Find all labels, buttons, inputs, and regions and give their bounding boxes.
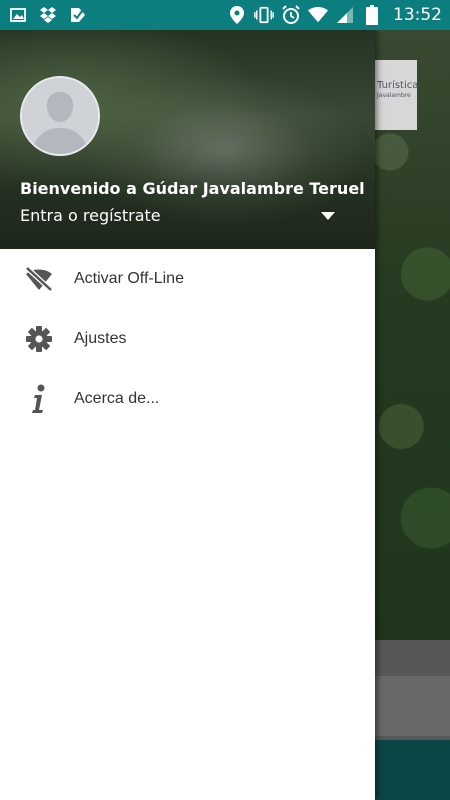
- location-pin-icon: [227, 5, 247, 25]
- battery-icon: [362, 5, 382, 25]
- signal-icon: [335, 5, 355, 25]
- menu-item-offline[interactable]: Activar Off-Line: [0, 249, 375, 309]
- navigation-drawer: Bienvenido a Gúdar Javalambre Teruel Ent…: [0, 30, 375, 800]
- chevron-down-icon[interactable]: [321, 209, 335, 223]
- drawer-menu: Activar Off-Line Ajustes Acerca de...: [0, 249, 375, 429]
- clock: 13:52: [393, 5, 442, 25]
- wifi-off-icon: [24, 264, 54, 294]
- dropbox-icon: [38, 5, 58, 25]
- menu-item-label: Acerca de...: [74, 390, 160, 407]
- menu-item-label: Ajustes: [74, 330, 127, 347]
- menu-item-label: Activar Off-Line: [74, 270, 184, 287]
- account-selector[interactable]: Entra o regístrate: [20, 206, 335, 225]
- default-avatar-icon[interactable]: [20, 76, 100, 156]
- wifi-icon: [308, 5, 328, 25]
- menu-item-settings[interactable]: Ajustes: [0, 309, 375, 369]
- background-card: [375, 676, 450, 736]
- background-logo-subtext: Javalambre: [377, 92, 411, 99]
- drawer-header: Bienvenido a Gúdar Javalambre Teruel Ent…: [0, 30, 375, 249]
- checkbox-app-icon: [68, 5, 88, 25]
- status-bar: 13:52: [0, 0, 450, 30]
- background-bottom-bar: [375, 740, 450, 800]
- image-icon: [8, 5, 28, 25]
- menu-item-about[interactable]: Acerca de...: [0, 369, 375, 429]
- info-icon: [24, 384, 54, 414]
- alarm-icon: [281, 5, 301, 25]
- settings-gear-icon: [24, 324, 54, 354]
- welcome-title: Bienvenido a Gúdar Javalambre Teruel: [20, 179, 365, 198]
- background-logo: Turística Javalambre: [375, 60, 419, 130]
- vibrate-icon: [254, 5, 274, 25]
- background-logo-text: Turística: [377, 80, 419, 91]
- account-prompt: Entra o regístrate: [20, 206, 161, 225]
